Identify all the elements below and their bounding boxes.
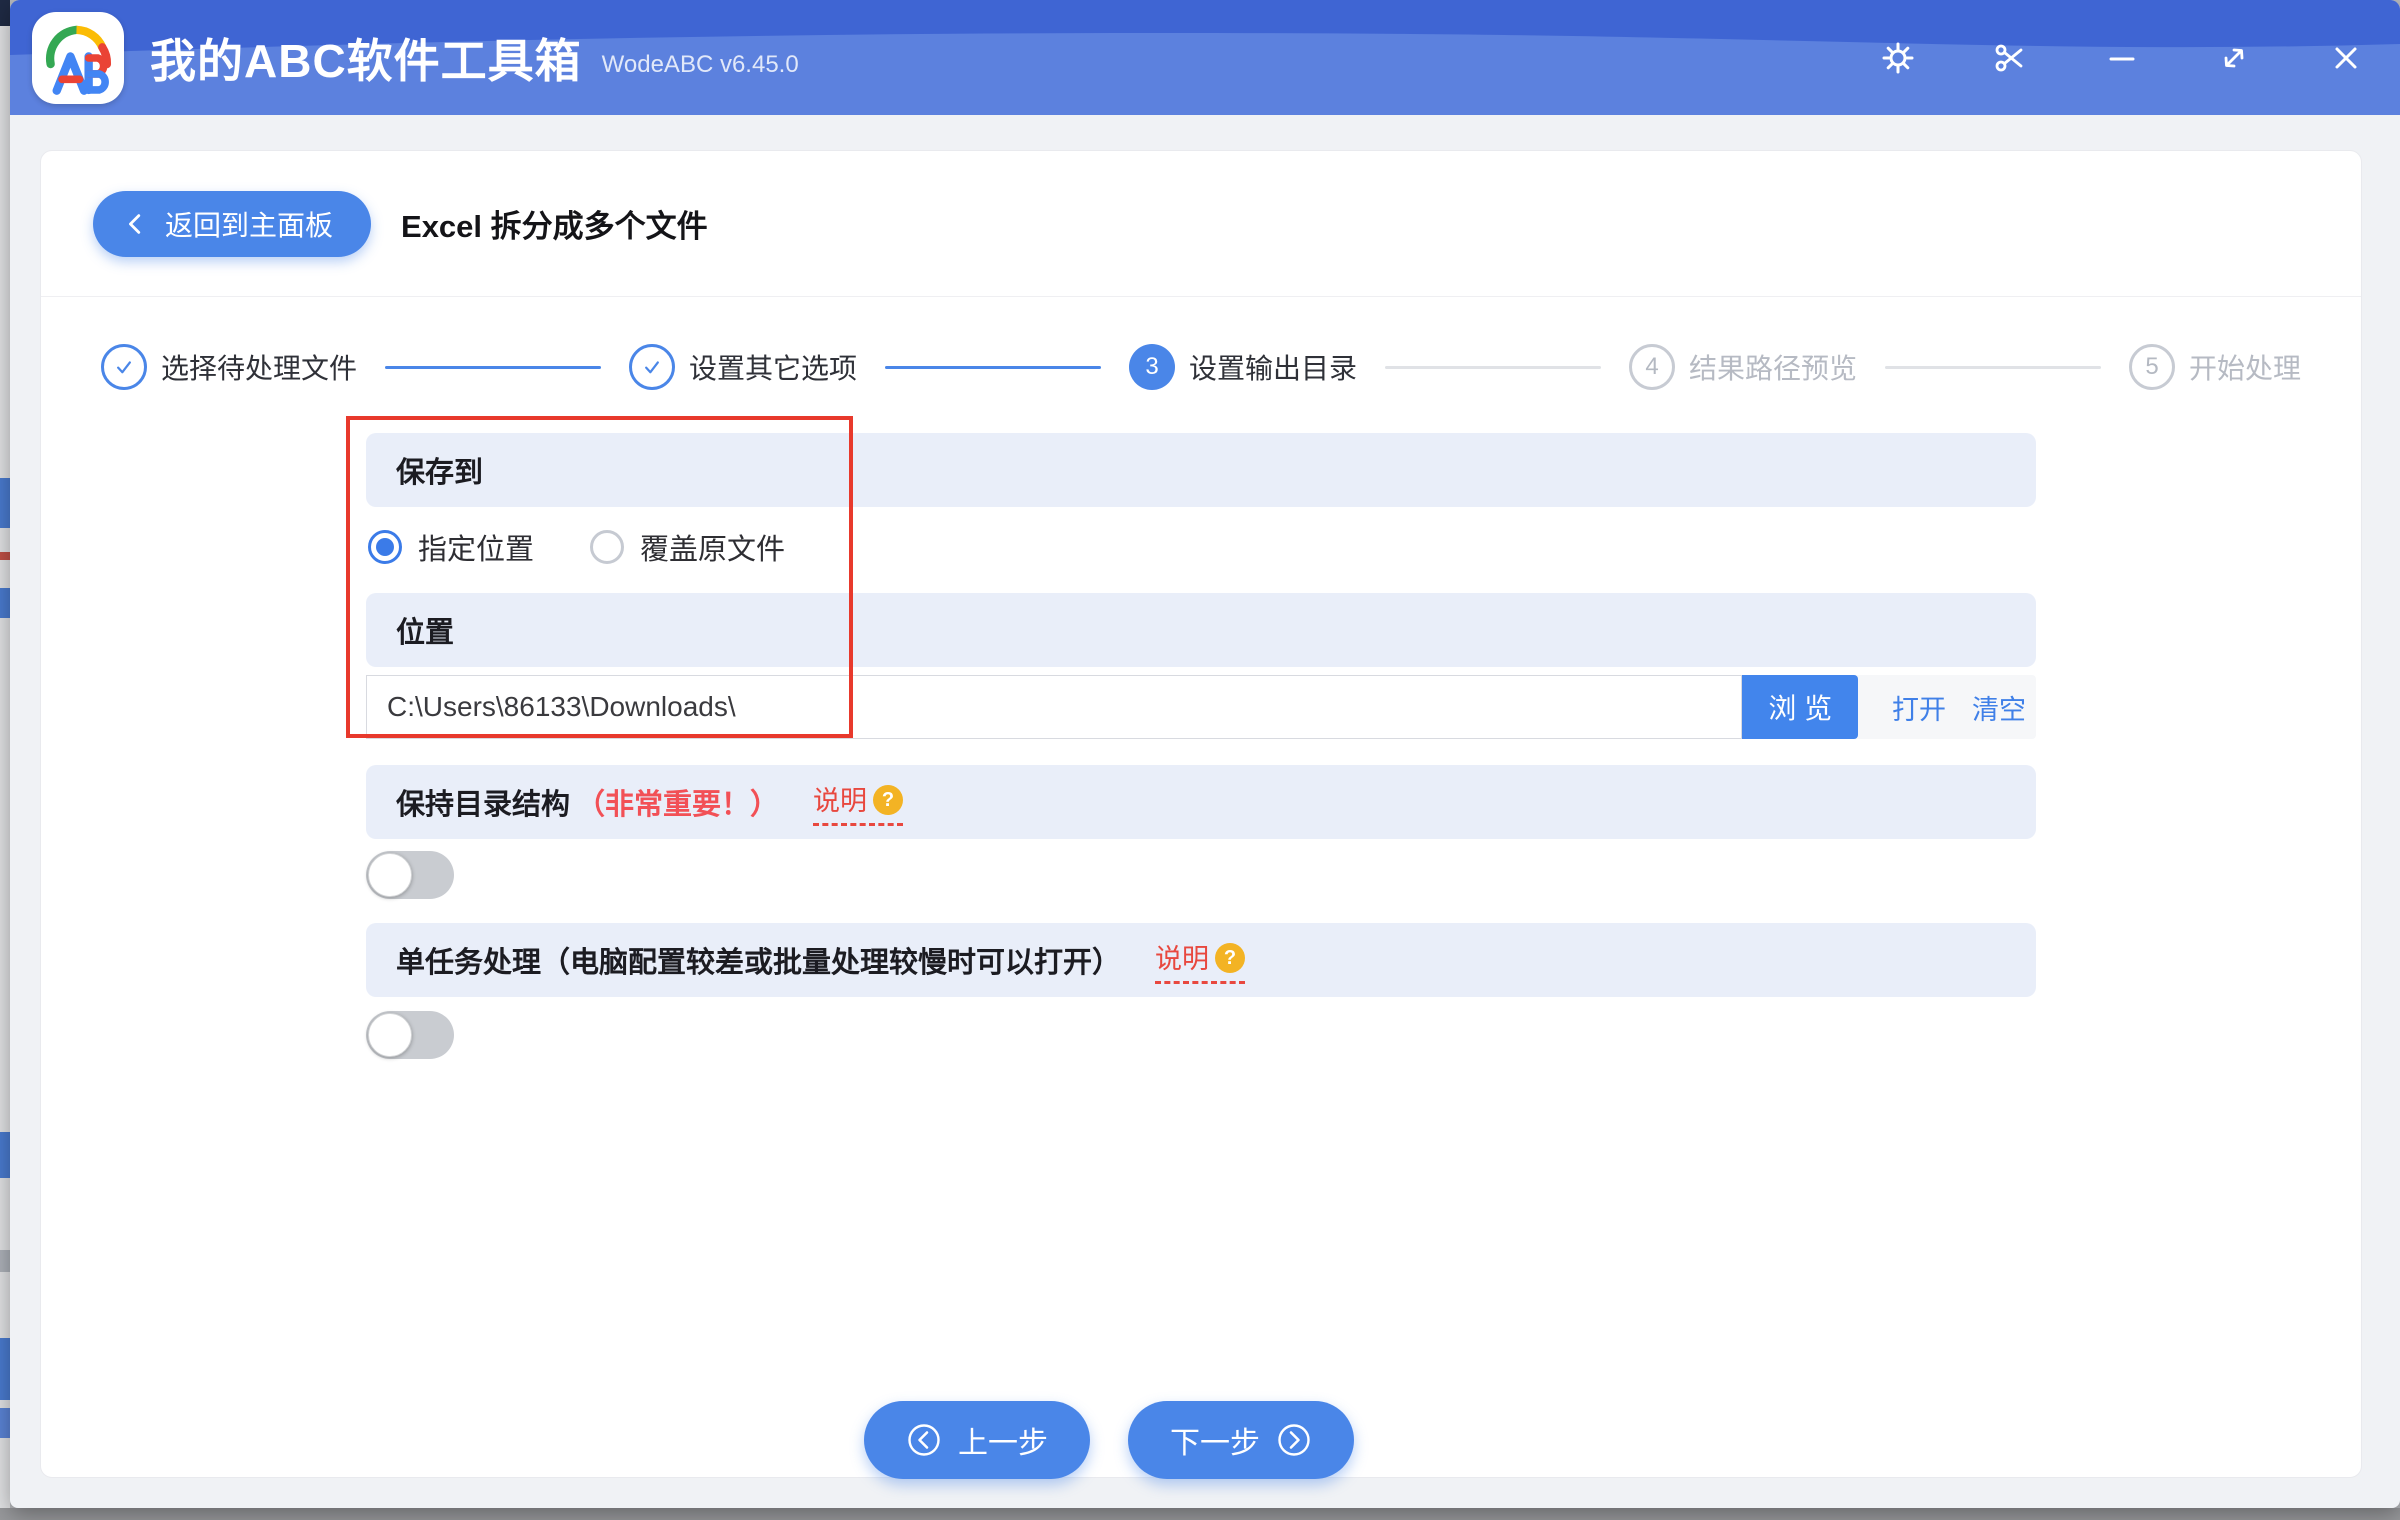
chevron-left-icon [123,211,149,237]
check-icon [111,354,137,380]
single-task-toggle[interactable] [366,1011,454,1059]
panel-header: 返回到主面板 Excel 拆分成多个文件 [41,151,2361,297]
step-indicator: 选择待处理文件 设置其它选项 3 设置输出目录 4 结果路径预览 5 开始处理 [41,329,2361,405]
wizard-nav-buttons: 上一步 下一步 [864,1401,1354,1479]
next-step-button[interactable]: 下一步 [1128,1401,1354,1479]
minimize-icon[interactable] [2102,38,2142,78]
radio-overwrite-label: 覆盖原文件 [640,526,785,568]
output-settings-form: 保存到 指定位置 覆盖原文件 位置 浏 览 打开 [366,433,2036,1059]
back-to-main-button[interactable]: 返回到主面板 [93,191,371,257]
question-badge-icon: ? [1215,943,1245,973]
step-3-active: 3 设置输出目录 [1129,344,1357,390]
step-4-pending: 4 结果路径预览 [1629,344,1857,390]
help-link-label: 说明 [1155,937,1209,976]
step-connector [885,366,1101,369]
settings-gear-icon[interactable] [1878,38,1918,78]
open-folder-link[interactable]: 打开 [1892,688,1946,727]
check-icon [639,354,665,380]
step-1-done: 选择待处理文件 [101,344,357,390]
browse-button[interactable]: 浏 览 [1742,675,1858,739]
save-to-section-header: 保存到 [366,433,2036,507]
keep-structure-important-note: （非常重要！） [576,781,779,823]
clear-path-link[interactable]: 清空 [1972,688,2026,727]
save-to-label: 保存到 [396,449,483,491]
close-icon[interactable] [2326,38,2366,78]
main-panel: 返回到主面板 Excel 拆分成多个文件 选择待处理文件 设置其它选项 3 设置输出目… [40,150,2362,1478]
circle-chevron-right-icon [1276,1422,1312,1458]
keep-structure-section-header: 保持目录结构 （非常重要！） 说明 ? [366,765,2036,839]
save-to-options: 指定位置 覆盖原文件 [366,525,2036,569]
step-5-label: 开始处理 [2189,347,2301,387]
step-check-icon [101,344,147,390]
step-number-badge: 5 [2129,344,2175,390]
previous-step-button[interactable]: 上一步 [864,1401,1090,1479]
step-4-label: 结果路径预览 [1689,347,1857,387]
next-step-label: 下一步 [1170,1418,1260,1462]
titlebar: 我的ABC软件工具箱 WodeABC v6.45.0 [10,0,2400,115]
radio-overwrite-original[interactable]: 覆盖原文件 [590,526,785,568]
toggle-knob [368,1013,412,1057]
radio-selected-icon[interactable] [368,530,402,564]
back-button-label: 返回到主面板 [165,204,333,244]
app-version: WodeABC v6.45.0 [602,51,799,79]
scissors-icon[interactable] [1990,38,2030,78]
step-1-label: 选择待处理文件 [161,347,357,387]
single-task-help-link[interactable]: 说明 ? [1155,937,1245,984]
question-badge-icon: ? [873,785,903,815]
ab-logo-icon [40,20,116,96]
toggle-knob [368,853,412,897]
page-title: Excel 拆分成多个文件 [401,201,708,246]
step-connector [1885,366,2101,369]
location-section-header: 位置 [366,593,2036,667]
keep-structure-toggle[interactable] [366,851,454,899]
app-logo [32,12,124,104]
radio-specified-location[interactable]: 指定位置 [368,526,534,568]
step-number-badge: 3 [1129,344,1175,390]
background-window-sliver [0,0,10,1520]
step-check-icon [629,344,675,390]
step-2-done: 设置其它选项 [629,344,857,390]
help-link-label: 说明 [813,779,867,818]
single-task-label: 单任务处理（电脑配置较差或批量处理较慢时可以打开） [396,939,1121,981]
radio-specified-label: 指定位置 [418,526,534,568]
step-2-label: 设置其它选项 [689,347,857,387]
keep-structure-help-link[interactable]: 说明 ? [813,779,903,826]
step-5-pending: 5 开始处理 [2129,344,2301,390]
path-input-row: 浏 览 打开 清空 [366,675,2036,739]
previous-step-label: 上一步 [958,1418,1048,1462]
maximize-icon[interactable] [2214,38,2254,78]
radio-unselected-icon[interactable] [590,530,624,564]
circle-chevron-left-icon [906,1422,942,1458]
desktop-edge [0,1508,2400,1520]
step-connector [385,366,601,369]
keep-structure-label: 保持目录结构 [396,781,570,823]
step-connector [1385,366,1601,369]
output-path-input[interactable] [366,675,1742,739]
app-window: 我的ABC软件工具箱 WodeABC v6.45.0 [10,0,2400,1508]
step-number-badge: 4 [1629,344,1675,390]
location-label: 位置 [396,609,454,651]
app-title: 我的ABC软件工具箱 [150,25,582,91]
step-3-label: 设置输出目录 [1189,347,1357,387]
single-task-section-header: 单任务处理（电脑配置较差或批量处理较慢时可以打开） 说明 ? [366,923,2036,997]
